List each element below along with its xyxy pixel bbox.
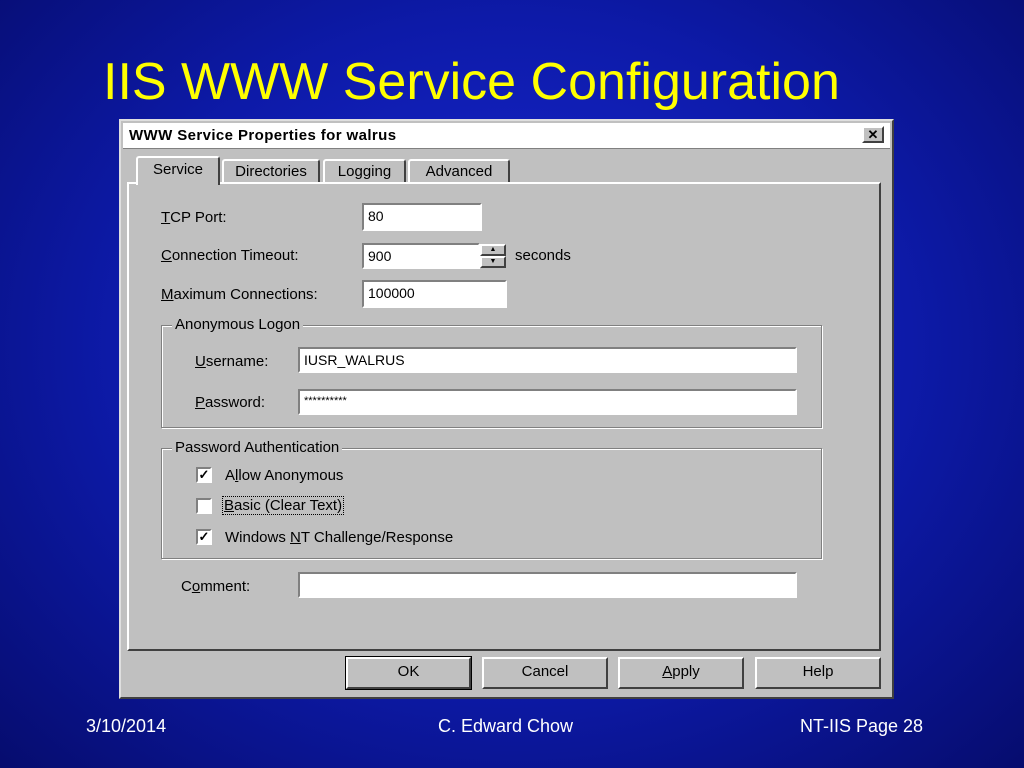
tcp-port-label: TCP Port: [161, 209, 227, 226]
spin-down-icon[interactable]: ▼ [480, 256, 506, 268]
tab-logging[interactable]: Logging [323, 159, 406, 183]
password-label: Password: [195, 394, 266, 411]
close-icon[interactable]: ✕ [862, 126, 884, 143]
dialog-titlebar[interactable]: WWW Service Properties for walrus ✕ [123, 123, 890, 149]
password-input[interactable]: ********** [298, 389, 797, 415]
basic-clear-text-checkbox[interactable] [196, 498, 212, 514]
username-input[interactable]: IUSR_WALRUS [298, 347, 797, 373]
username-label: Username: [195, 353, 269, 370]
comment-input[interactable] [298, 572, 797, 598]
connection-timeout-spinner[interactable]: ▲ ▼ [480, 244, 506, 268]
footer-date: 3/10/2014 [86, 716, 167, 736]
windows-nt-challenge-checkbox[interactable]: ✓ [196, 529, 212, 545]
tcp-port-input[interactable]: 80 [362, 203, 482, 231]
help-button[interactable]: Help [755, 657, 881, 689]
windows-nt-challenge-label[interactable]: Windows NT Challenge/Response [225, 529, 453, 546]
connection-timeout-label: Connection Timeout: [161, 247, 299, 264]
slide-title: IIS WWW Service Configuration [103, 53, 840, 111]
tab-service[interactable]: Service [136, 156, 220, 185]
ok-button[interactable]: OK [345, 656, 472, 690]
dialog-title: WWW Service Properties for walrus [129, 127, 397, 144]
connection-timeout-input[interactable]: 900 [362, 243, 480, 269]
password-authentication-legend: Password Authentication [172, 439, 343, 456]
apply-button[interactable]: Apply [618, 657, 744, 689]
spin-up-icon[interactable]: ▲ [480, 244, 506, 256]
seconds-unit-label: seconds [515, 247, 571, 264]
max-connections-label: Maximum Connections: [161, 286, 318, 303]
tab-advanced[interactable]: Advanced [408, 159, 510, 183]
cancel-button[interactable]: Cancel [482, 657, 608, 689]
anonymous-logon-legend: Anonymous Logon [172, 316, 304, 333]
comment-label: Comment: [181, 578, 251, 595]
footer-page: NT-IIS Page 28 [800, 716, 924, 736]
allow-anonymous-label[interactable]: Allow Anonymous [225, 467, 343, 484]
tab-directories[interactable]: Directories [222, 159, 320, 183]
max-connections-input[interactable]: 100000 [362, 280, 507, 308]
allow-anonymous-checkbox[interactable]: ✓ [196, 467, 212, 483]
basic-clear-text-label[interactable]: Basic (Clear Text) [221, 496, 345, 515]
footer-author: C. Edward Chow [438, 716, 574, 736]
